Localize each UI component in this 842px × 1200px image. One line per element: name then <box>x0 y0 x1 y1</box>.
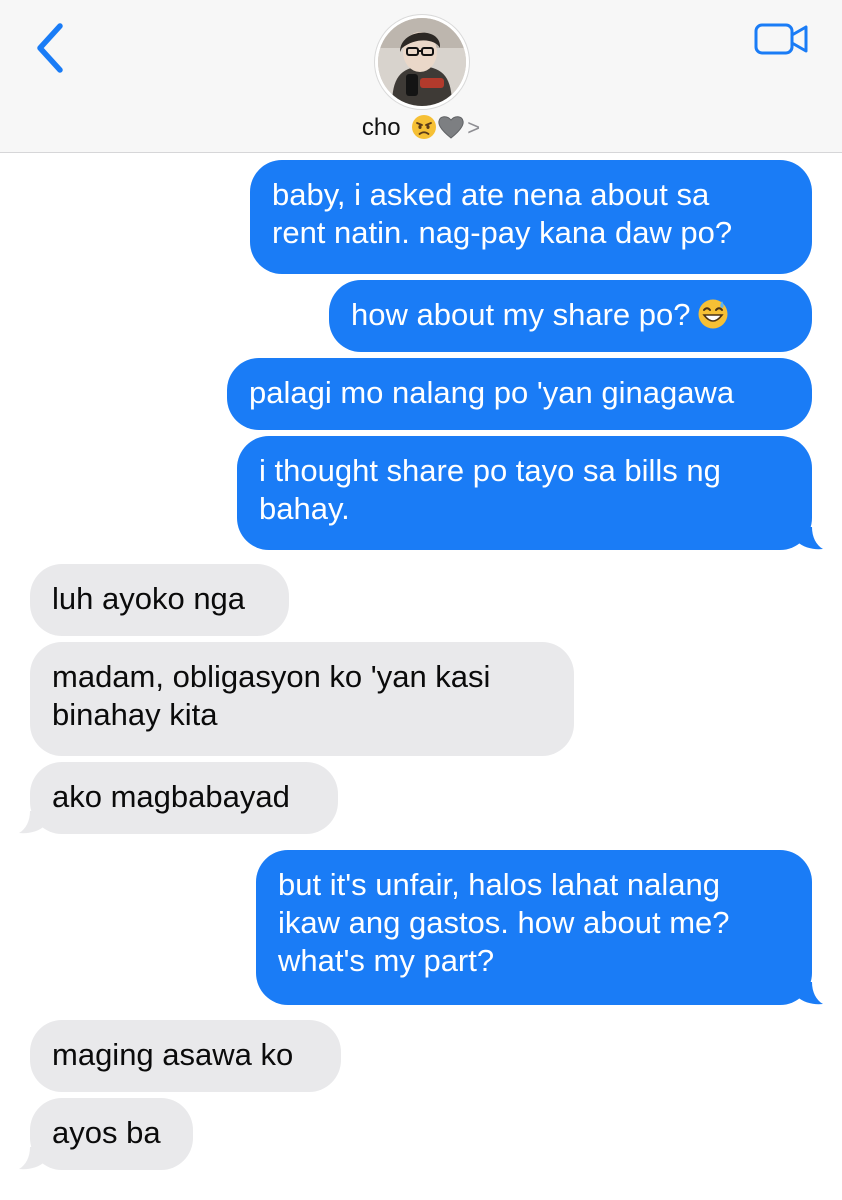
contact-name-row: cho > <box>340 114 502 142</box>
message-text-line: ikaw ang gastos. how about me? <box>278 905 730 940</box>
message-bubble-outgoing[interactable]: i thought share po tayo sa bills ng baha… <box>237 436 812 550</box>
message-bubble-incoming[interactable]: luh ayoko nga <box>30 564 289 636</box>
message-bubble-outgoing[interactable]: but it's unfair, halos lahat nalang ikaw… <box>256 850 812 1005</box>
chevron-left-icon <box>37 23 63 73</box>
bubble-tail-incoming <box>19 1147 46 1170</box>
message-bubble-incoming[interactable]: maging asawa ko <box>30 1020 341 1092</box>
angry-face-emoji-icon <box>412 115 437 139</box>
message-text-line: binahay kita <box>52 697 218 732</box>
message-text-line: maging asawa ko <box>52 1037 294 1072</box>
bubble-tail-outgoing <box>796 982 823 1005</box>
message-text-line: ako magbabayad <box>52 779 290 814</box>
message-bubble-outgoing[interactable]: palagi mo nalang po 'yan ginagawa <box>227 358 812 430</box>
facetime-button[interactable] <box>750 18 812 60</box>
message-text-line: ayos ba <box>52 1115 161 1150</box>
message-text-line: what's my part? <box>278 943 495 978</box>
bubble-tail-incoming <box>19 811 46 834</box>
video-camera-icon <box>754 23 808 55</box>
avatar <box>375 15 469 109</box>
message-text-line: madam, obligasyon ko 'yan kasi <box>52 659 491 694</box>
message-bubble-incoming[interactable]: madam, obligasyon ko 'yan kasi binahay k… <box>30 642 574 756</box>
message-bubble-outgoing[interactable]: baby, i asked ate nena about sa rent nat… <box>250 160 812 274</box>
message-text-line: palagi mo nalang po 'yan ginagawa <box>249 375 735 410</box>
message-bubble-incoming[interactable]: ayos ba <box>30 1098 193 1170</box>
contact-info-button[interactable]: cho > <box>340 10 502 148</box>
message-text-line: i thought share po tayo sa bills ng <box>259 453 721 488</box>
back-button[interactable] <box>28 20 72 76</box>
message-text-line: rent natin. nag-pay kana daw po? <box>272 215 733 250</box>
message-text-line: but it's unfair, halos lahat nalang <box>278 867 720 902</box>
bubble-tail-outgoing <box>796 527 823 550</box>
message-bubble-incoming[interactable]: ako magbabayad <box>30 762 338 834</box>
message-text-line: bahay. <box>259 491 350 526</box>
grinning-face-with-sweat-emoji-icon <box>698 299 727 329</box>
conversation-header: cho > <box>0 0 842 153</box>
message-bubble-outgoing[interactable]: how about my share po? <box>329 280 812 352</box>
grey-heart-emoji-icon <box>438 116 464 139</box>
message-text-line: baby, i asked ate nena about sa <box>272 177 710 212</box>
chevron-right-icon: > <box>467 115 481 140</box>
contact-name: cho <box>361 114 401 141</box>
message-text-line: how about my share po? <box>351 297 691 332</box>
message-text-line: luh ayoko nga <box>52 581 246 616</box>
